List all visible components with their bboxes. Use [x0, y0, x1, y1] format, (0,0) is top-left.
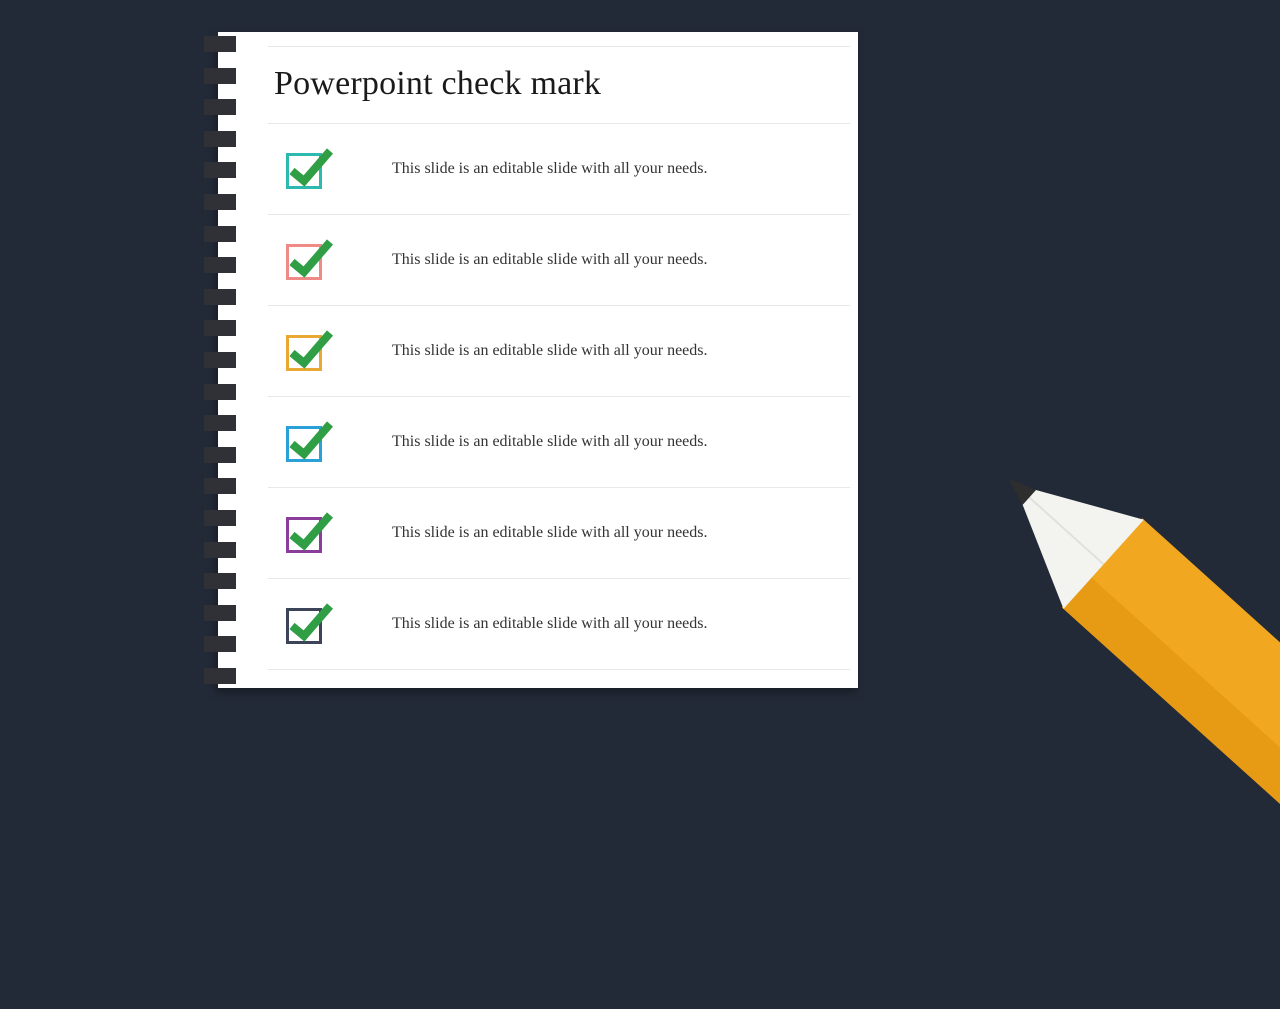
spiral-binding [204, 36, 236, 684]
list-item: This slide is an editable slide with all… [268, 579, 850, 670]
list-item-text: This slide is an editable slide with all… [392, 615, 708, 633]
check-icon [282, 414, 338, 470]
check-icon [282, 596, 338, 652]
list-item: This slide is an editable slide with all… [268, 306, 850, 397]
list-item: This slide is an editable slide with all… [268, 488, 850, 579]
list-item-text: This slide is an editable slide with all… [392, 524, 708, 542]
page: Powerpoint check mark This slide is an e… [268, 46, 850, 682]
title-row: Powerpoint check mark [268, 46, 850, 124]
checkbox [282, 145, 330, 193]
check-icon [282, 505, 338, 561]
list-item-text: This slide is an editable slide with all… [392, 251, 708, 269]
check-icon [282, 232, 338, 288]
pencil-icon [970, 435, 1280, 926]
checklist: This slide is an editable slide with all… [268, 124, 850, 670]
checkbox [282, 327, 330, 375]
list-item: This slide is an editable slide with all… [268, 397, 850, 488]
list-item: This slide is an editable slide with all… [268, 215, 850, 306]
checkbox [282, 600, 330, 648]
list-item-text: This slide is an editable slide with all… [392, 160, 708, 178]
check-icon [282, 323, 338, 379]
checkbox [282, 509, 330, 557]
checkbox [282, 418, 330, 466]
check-icon [282, 141, 338, 197]
checkbox [282, 236, 330, 284]
notepad: Powerpoint check mark This slide is an e… [218, 32, 858, 688]
page-title: Powerpoint check mark [274, 65, 846, 103]
list-item: This slide is an editable slide with all… [268, 124, 850, 215]
list-item-text: This slide is an editable slide with all… [392, 342, 708, 360]
list-item-text: This slide is an editable slide with all… [392, 433, 708, 451]
